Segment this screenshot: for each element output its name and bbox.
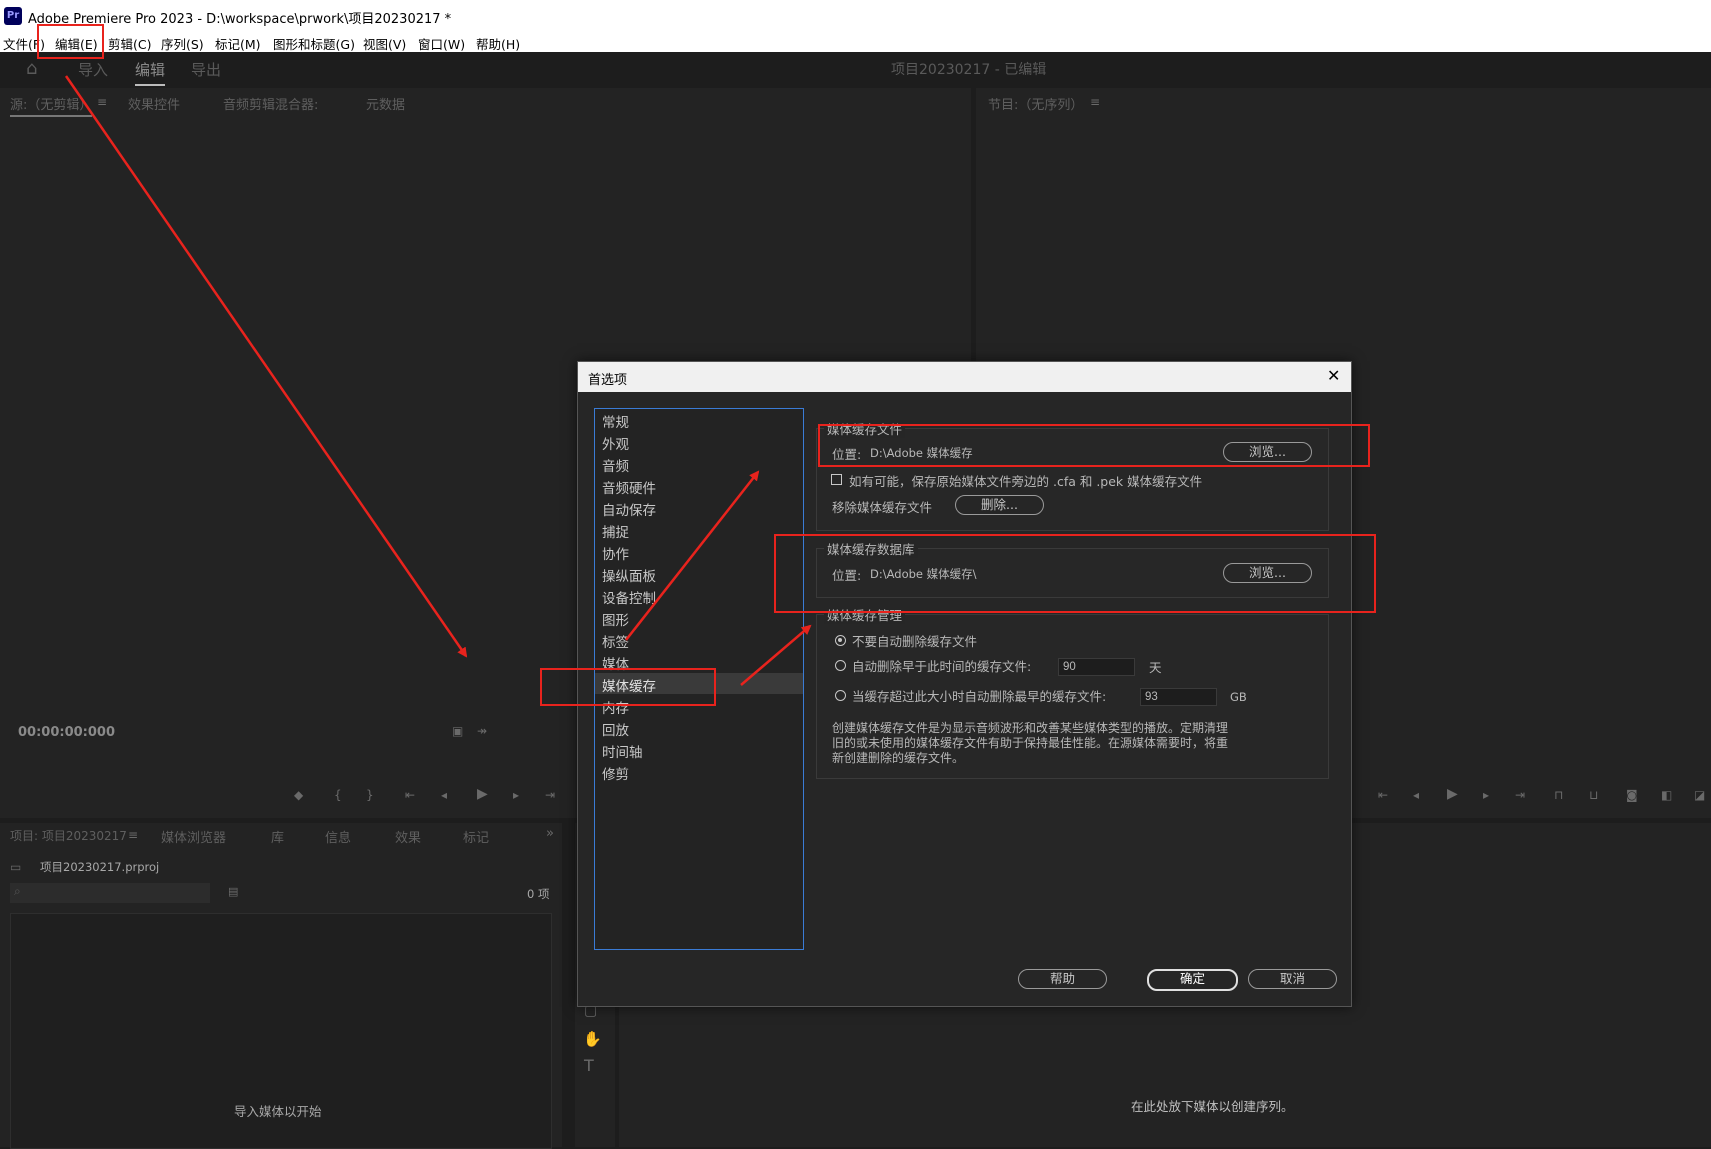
arrow-category-to-cache-database <box>740 624 812 686</box>
arrow-category-to-cache-files <box>625 470 760 641</box>
annotation-arrows <box>64 75 812 686</box>
arrow-menu-to-dialog <box>64 75 468 658</box>
